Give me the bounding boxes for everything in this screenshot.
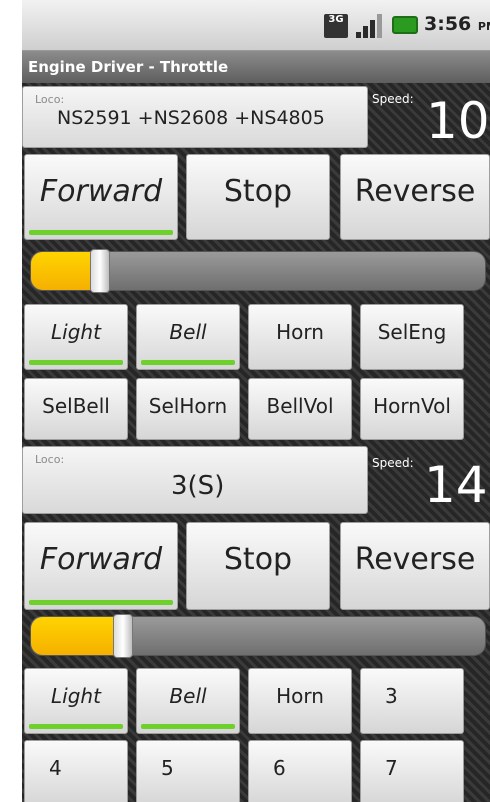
function-button-horn-1[interactable]: Horn <box>248 304 352 370</box>
reverse-button-2[interactable]: Reverse <box>340 522 490 610</box>
speed-slider-thumb[interactable] <box>90 249 110 293</box>
signal-icon <box>356 14 382 38</box>
function-button-bellvol[interactable]: BellVol <box>248 378 352 440</box>
function-button-6[interactable]: 6 <box>248 740 352 802</box>
loco-select-button-1[interactable]: Loco: NS2591 +NS2608 +NS4805 <box>22 86 368 148</box>
function-button-selbell[interactable]: SelBell <box>24 378 128 440</box>
loco-caption: Loco: <box>35 453 65 466</box>
status-time: 3:56 PM <box>424 13 490 35</box>
app-title: Engine Driver - Throttle <box>28 58 229 76</box>
function-button-seleng[interactable]: SelEng <box>360 304 464 370</box>
speed-slider-fill <box>31 617 123 655</box>
function-button-horn-2[interactable]: Horn <box>248 668 352 734</box>
function-button-4[interactable]: 4 <box>24 740 128 802</box>
stop-button-2[interactable]: Stop <box>186 522 330 610</box>
forward-button-1[interactable]: Forward <box>24 154 178 240</box>
speed-value: 14 <box>424 456 488 514</box>
speed-caption: Speed: <box>372 92 414 106</box>
speed-caption: Speed: <box>372 456 414 470</box>
function-button-5[interactable]: 5 <box>136 740 240 802</box>
function-button-7[interactable]: 7 <box>360 740 464 802</box>
forward-button-2[interactable]: Forward <box>24 522 178 610</box>
function-button-bell-2[interactable]: Bell <box>136 668 240 734</box>
function-button-selhorn[interactable]: SelHorn <box>136 378 240 440</box>
loco-caption: Loco: <box>35 93 65 106</box>
battery-icon <box>392 16 418 34</box>
speed-value: 10 <box>426 92 490 150</box>
reverse-button-1[interactable]: Reverse <box>340 154 490 240</box>
loco-name: NS2591 +NS2608 +NS4805 <box>57 107 325 129</box>
status-bar: 3G 3:56 PM <box>22 0 490 51</box>
app-title-bar: Engine Driver - Throttle <box>22 51 490 83</box>
function-button-bell-1[interactable]: Bell <box>136 304 240 370</box>
loco-select-button-2[interactable]: Loco: 3(S) <box>22 446 368 514</box>
loco-name: 3(S) <box>171 471 225 501</box>
app-screen: 3G 3:56 PM Engine Driver - Throttle Loco… <box>22 0 490 802</box>
function-button-3[interactable]: 3 <box>360 668 464 734</box>
speed-slider-1[interactable] <box>30 249 486 293</box>
function-button-hornvol[interactable]: HornVol <box>360 378 464 440</box>
3g-icon: 3G <box>324 14 348 38</box>
function-button-light-1[interactable]: Light <box>24 304 128 370</box>
function-button-light-2[interactable]: Light <box>24 668 128 734</box>
speed-slider-thumb[interactable] <box>113 614 133 658</box>
stop-button-1[interactable]: Stop <box>186 154 330 240</box>
speed-slider-2[interactable] <box>30 614 486 658</box>
